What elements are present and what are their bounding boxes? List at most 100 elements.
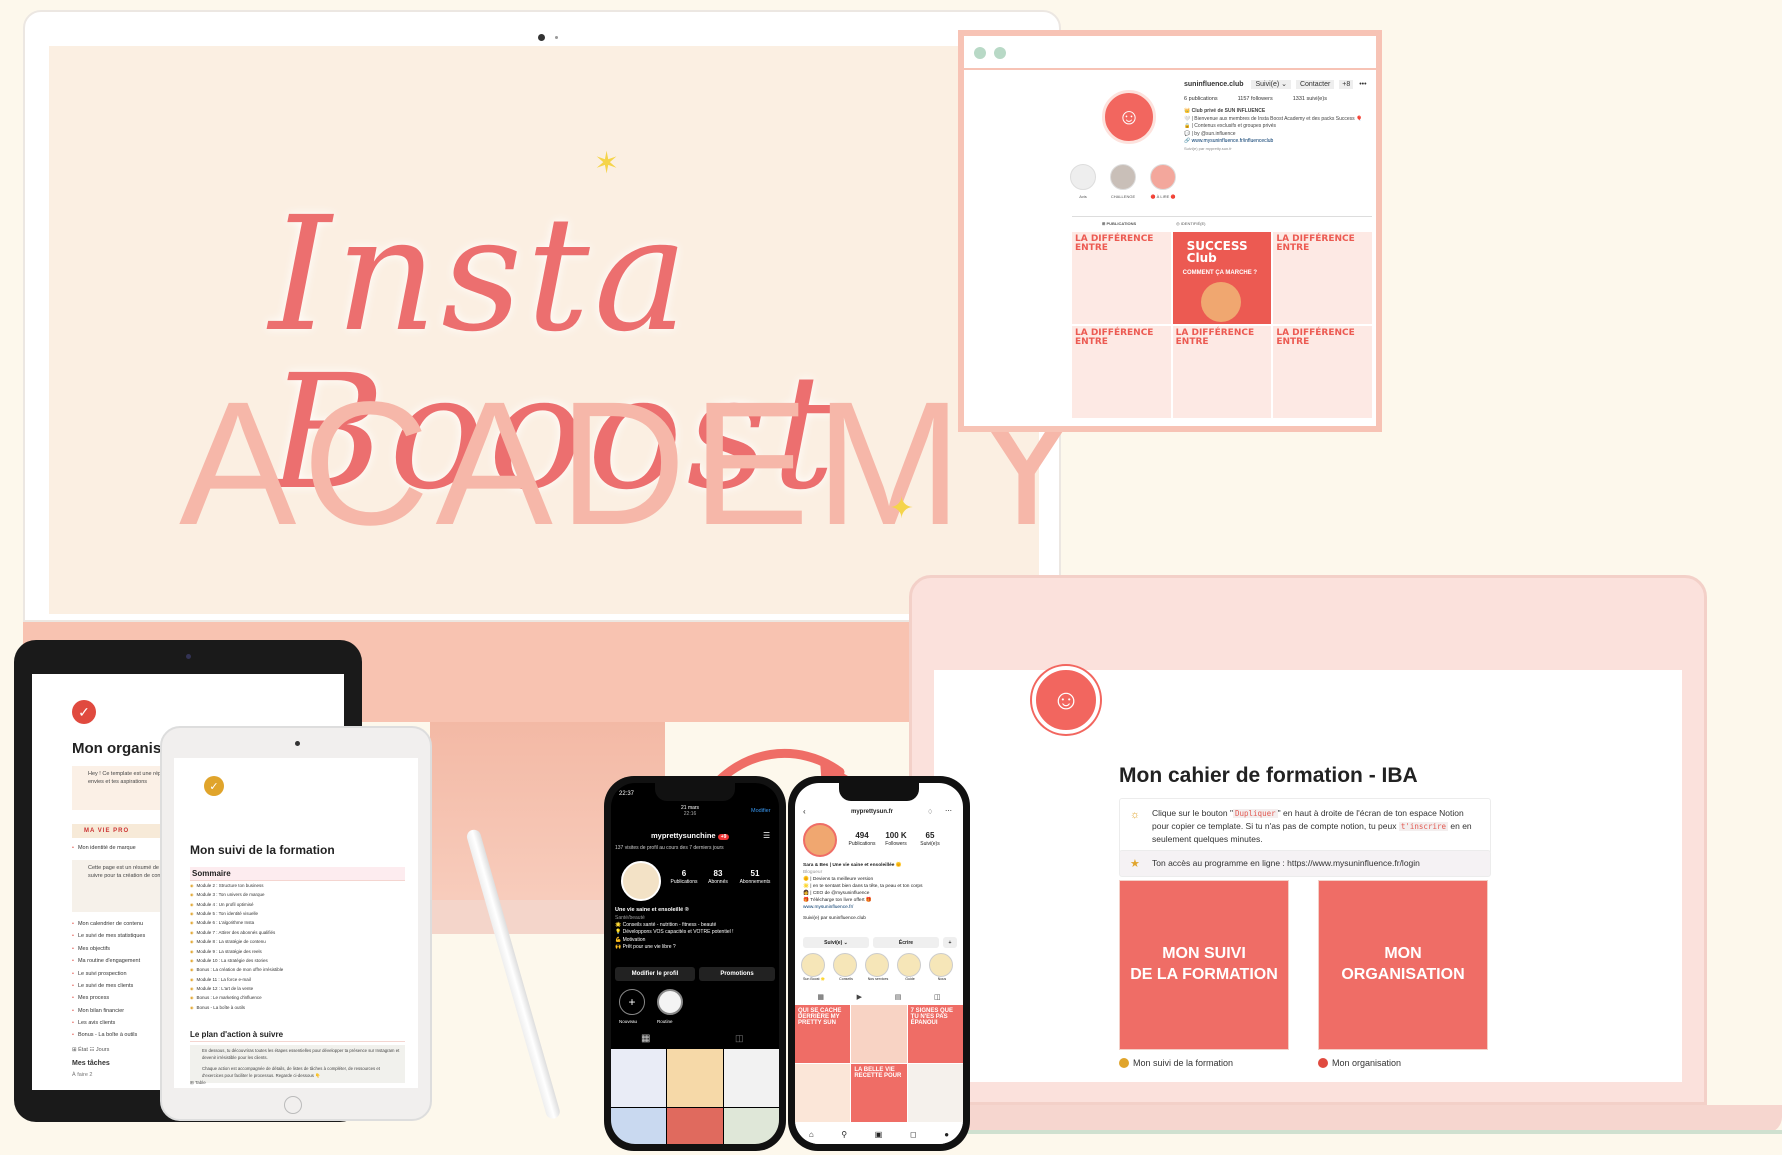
profile-avatar[interactable]: ☺ bbox=[1102, 90, 1156, 144]
post-thumbnail[interactable] bbox=[851, 1005, 907, 1063]
edit-button[interactable]: Modifier bbox=[751, 808, 771, 814]
home-button[interactable] bbox=[284, 1096, 302, 1114]
list-item[interactable]: Bonus : Le marketing d'influence bbox=[190, 993, 283, 1002]
tile-caption[interactable]: Mon organisation bbox=[1318, 1058, 1401, 1068]
post-thumbnail[interactable]: LA DIFFÉRENCE ENTRE bbox=[1273, 232, 1372, 324]
list-item[interactable]: Les avis clients bbox=[72, 1017, 145, 1029]
tile-mon-organisation[interactable]: MON ORGANISATION bbox=[1318, 880, 1488, 1050]
list-item[interactable]: Module 3 : Ton univers de marque bbox=[190, 890, 283, 899]
list-item[interactable]: Module 2 : Structure ton business bbox=[190, 881, 283, 890]
list-item[interactable]: Mon identité de marque bbox=[72, 842, 136, 854]
profile-username[interactable]: suninfluence.club bbox=[1184, 81, 1244, 88]
highlight[interactable]: Sun Boost 🌟 bbox=[801, 953, 827, 981]
highlight-routine[interactable] bbox=[657, 989, 683, 1015]
contact-button[interactable]: Contacter bbox=[1295, 80, 1335, 89]
tagged-icon[interactable]: ◫ bbox=[735, 1033, 744, 1044]
post-thumbnail[interactable] bbox=[907, 1064, 963, 1122]
add-highlight-icon[interactable]: + bbox=[619, 989, 645, 1015]
shop-icon[interactable]: ◻ bbox=[910, 1130, 917, 1139]
grid-icon[interactable]: ▦ bbox=[641, 1033, 650, 1044]
task-group[interactable]: À faire 2 bbox=[72, 1069, 92, 1081]
list-item[interactable]: Module 9 : La stratégie des reels bbox=[190, 947, 283, 956]
list-item[interactable]: Module 7 : Attirer des abonnés qualifiés bbox=[190, 928, 283, 937]
post-thumbnail[interactable] bbox=[667, 1049, 723, 1107]
post-thumbnail[interactable] bbox=[667, 1108, 723, 1144]
highlight-challenge[interactable] bbox=[1110, 164, 1136, 190]
highlight[interactable]: Nous bbox=[929, 953, 955, 981]
list-item[interactable]: Bonus - La boîte à outils bbox=[190, 1003, 283, 1012]
profile-username[interactable]: myprettysun.fr bbox=[851, 809, 893, 815]
stat[interactable]: 51 Abonnements bbox=[735, 869, 775, 886]
tile-mon-suivi[interactable]: MON SUIVI DE LA FORMATION bbox=[1119, 880, 1289, 1050]
grid-icon[interactable]: ▦ bbox=[817, 993, 824, 1001]
view-tabs[interactable]: ⊞ État ☷ Jours bbox=[72, 1044, 109, 1056]
suggest-button[interactable]: +8 bbox=[1339, 80, 1354, 89]
highlight-a-lire[interactable] bbox=[1150, 164, 1176, 190]
list-item[interactable]: Le suivi de mes statistiques bbox=[72, 930, 145, 942]
window-dot-icon[interactable] bbox=[974, 47, 986, 59]
post-thumbnail[interactable] bbox=[611, 1049, 667, 1107]
post-thumbnail[interactable]: LA DIFFÉRENCE ENTRE bbox=[1072, 232, 1171, 324]
post-thumbnail[interactable]: LA DIFFÉRENCE ENTRE bbox=[1172, 326, 1272, 418]
list-item[interactable]: Bonus : La création de mon offre irrésis… bbox=[190, 965, 284, 974]
view-tab[interactable]: ⊞ Table bbox=[190, 1078, 206, 1087]
list-item[interactable]: Ma routine d'engagement bbox=[72, 955, 145, 967]
tagged-icon[interactable]: ◫ bbox=[934, 993, 941, 1001]
more-icon[interactable]: ⋯ bbox=[945, 807, 952, 815]
post-thumbnail[interactable]: SUCCESS Club COMMENT ÇA MARCHE ? bbox=[1172, 232, 1272, 324]
list-item[interactable]: Module 12 : L'art de la vente bbox=[190, 984, 283, 993]
tab-tagged[interactable]: ◎ IDENTIFIÉ(E) bbox=[1176, 221, 1205, 226]
post-thumbnail[interactable]: QUI SE CACHE DERRIÈRE MY PRETTY SUN bbox=[795, 1005, 851, 1063]
list-item[interactable]: Le suivi de mes clients bbox=[72, 980, 145, 992]
post-thumbnail[interactable] bbox=[795, 1064, 851, 1122]
list-item[interactable]: Module 5 : Ton identité visuelle bbox=[190, 909, 283, 918]
post-thumbnail[interactable] bbox=[723, 1049, 779, 1107]
list-item[interactable]: Bonus - La boîte à outils bbox=[72, 1029, 145, 1041]
stat[interactable]: 100 K Followers bbox=[881, 831, 911, 848]
profile-avatar[interactable] bbox=[621, 861, 661, 901]
list-item[interactable]: Mon calendrier de contenu bbox=[72, 918, 145, 930]
list-item[interactable]: Module 10 : La stratégie des stories bbox=[190, 956, 283, 965]
stat[interactable]: 83 Abonnés bbox=[703, 869, 733, 886]
stat[interactable]: 65 Suivi(e)s bbox=[913, 831, 947, 848]
promotions-button[interactable]: Promotions bbox=[699, 967, 775, 981]
follow-button[interactable]: Suivi(e) ⌄ bbox=[803, 937, 869, 948]
home-icon[interactable]: ⌂ bbox=[809, 1130, 814, 1139]
bio-link[interactable]: 🔗 www.mysuninfluence.fr/influenceclub bbox=[1184, 138, 1374, 146]
highlight[interactable]: Nos services bbox=[865, 953, 891, 981]
list-item[interactable]: Module 8 : La stratégie de contenu bbox=[190, 937, 283, 946]
highlight[interactable]: Conseils bbox=[833, 953, 859, 981]
profile-avatar[interactable] bbox=[803, 823, 837, 857]
window-dot-icon[interactable] bbox=[994, 47, 1006, 59]
list-item[interactable]: Mes objectifs bbox=[72, 943, 145, 955]
stat-following[interactable]: 1331 suivi(e)s bbox=[1293, 96, 1327, 102]
back-icon[interactable]: ‹ bbox=[803, 807, 806, 816]
tile-caption[interactable]: Mon suivi de la formation bbox=[1119, 1058, 1233, 1068]
highlight[interactable]: Guide bbox=[897, 953, 923, 981]
message-button[interactable]: Écrire bbox=[873, 937, 939, 948]
post-thumbnail[interactable]: LA DIFFÉRENCE ENTRE bbox=[1072, 326, 1171, 418]
list-item[interactable]: Mes process bbox=[72, 992, 145, 1004]
stat-followers[interactable]: 1157 followers bbox=[1238, 96, 1273, 102]
avatar[interactable]: ● bbox=[944, 1130, 949, 1139]
followed-by[interactable]: Suivi(e) par suninfluence.club bbox=[803, 916, 963, 923]
list-item[interactable]: Module 4 : Un profil optimisé bbox=[190, 900, 283, 909]
profile-username[interactable]: myprettysunchine bbox=[651, 831, 716, 840]
post-thumbnail[interactable]: 7 SIGNES QUE TU N'ES PAS ÉPANOUI bbox=[907, 1005, 963, 1063]
highlight-avis[interactable] bbox=[1070, 164, 1096, 190]
edit-profile-button[interactable]: Modifier le profil bbox=[615, 967, 695, 981]
guide-icon[interactable]: ▤ bbox=[895, 993, 902, 1001]
reels-icon[interactable]: ▶ bbox=[857, 993, 862, 1001]
bio-link[interactable]: www.mysuninfluence.fr/ bbox=[803, 905, 963, 912]
post-thumbnail[interactable]: LA DIFFÉRENCE ENTRE bbox=[1273, 326, 1372, 418]
tab-publications[interactable]: ⊞ PUBLICATIONS bbox=[1072, 221, 1136, 226]
list-item[interactable]: Module 6 : L'algorithme Insta bbox=[190, 918, 283, 927]
callout-access-link[interactable]: ★ Ton accès au programme en ligne : http… bbox=[1119, 850, 1491, 877]
page-link[interactable]: Mon identité de marque bbox=[72, 842, 136, 854]
menu-icon[interactable]: ☰ bbox=[763, 831, 770, 840]
post-thumbnail[interactable]: LA BELLE VIE RECETTE POUR bbox=[851, 1064, 907, 1122]
reels-icon[interactable]: ▣ bbox=[875, 1130, 883, 1139]
post-thumbnail[interactable] bbox=[723, 1108, 779, 1144]
list-item[interactable]: Module 11 : La force e-mail bbox=[190, 975, 283, 984]
list-item[interactable]: Mon bilan financier bbox=[72, 1005, 145, 1017]
